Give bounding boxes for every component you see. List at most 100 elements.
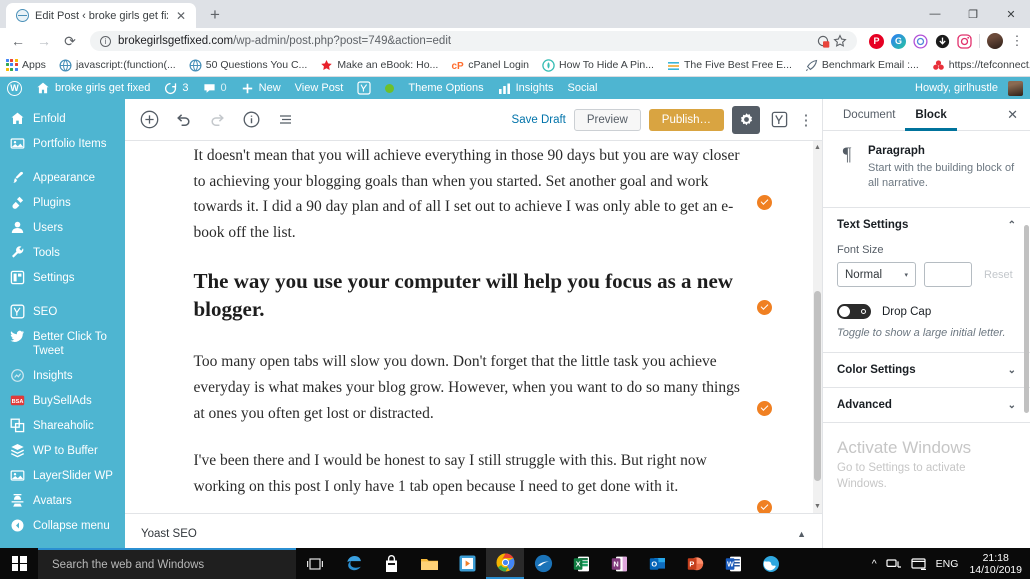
yoast-menu[interactable] — [350, 77, 378, 99]
sidebar-item-seo[interactable]: SEO — [0, 299, 125, 324]
pinterest-icon[interactable]: P — [869, 33, 884, 49]
preview-button[interactable]: Preview — [573, 108, 641, 131]
network-icon[interactable] — [886, 557, 902, 571]
tab-block[interactable]: Block — [905, 99, 956, 131]
paragraph-block[interactable]: I've been there and I would be honest to… — [194, 448, 772, 513]
close-window-button[interactable]: ✕ — [992, 0, 1030, 28]
bookmark-item[interactable]: Benchmark Email :... — [805, 59, 919, 72]
sidebar-item-users[interactable]: Users — [0, 215, 125, 240]
back-icon[interactable]: ← — [6, 29, 30, 53]
close-icon[interactable]: ✕ — [174, 9, 188, 23]
instagram-icon[interactable] — [957, 33, 972, 49]
paragraph-block[interactable]: Too many open tabs will slow you down. D… — [194, 349, 772, 426]
store-icon[interactable] — [372, 548, 410, 579]
grammarly-check-icon[interactable] — [756, 195, 772, 211]
sidebar-item-layerslider-wp[interactable]: LayerSlider WP — [0, 463, 125, 488]
scroll-down-arrow-icon[interactable]: ▼ — [814, 502, 821, 511]
powerpoint-icon[interactable]: P — [676, 548, 714, 579]
scrollbar-thumb[interactable] — [814, 291, 821, 482]
theme-options-menu[interactable]: Theme Options — [401, 77, 490, 99]
sidebar-item-appearance[interactable]: Appearance — [0, 165, 125, 190]
reload-icon[interactable]: ⟳ — [58, 29, 82, 53]
address-bar[interactable]: i brokegirlsgetfixed.com/wp-admin/post.p… — [90, 31, 857, 51]
circle-ring-icon[interactable] — [913, 33, 928, 49]
sidebar-item-buysellads[interactable]: BSA BuySellAds — [0, 388, 125, 413]
chrome-icon[interactable] — [486, 548, 524, 579]
sidebar-item-wp-to-buffer[interactable]: WP to Buffer — [0, 438, 125, 463]
bookmark-item[interactable]: How To Hide A Pin... — [542, 58, 654, 72]
sidebar-item-insights[interactable]: Insights — [0, 363, 125, 388]
bookmark-item[interactable]: javascript:(function(... — [59, 58, 176, 72]
editor-canvas[interactable]: It doesn't mean that you will achieve ev… — [125, 141, 822, 513]
chevron-down-icon[interactable]: ⌄ — [1008, 365, 1016, 376]
sidebar-item-plugins[interactable]: Plugins — [0, 190, 125, 215]
sidebar-item-shareaholic[interactable]: Shareaholic — [0, 413, 125, 438]
social-menu[interactable]: Social — [561, 77, 605, 99]
sidebar-scrollbar-thumb[interactable] — [1024, 225, 1029, 413]
sidebar-item-enfold[interactable]: Enfold — [0, 106, 125, 131]
save-draft-button[interactable]: Save Draft — [512, 114, 566, 126]
sidebar-item-collapse-menu[interactable]: Collapse menu — [0, 513, 125, 538]
font-size-select[interactable]: Normal ▾ — [837, 262, 916, 287]
drop-cap-toggle[interactable] — [837, 304, 871, 319]
site-name-menu[interactable]: broke girls get fixed — [29, 77, 157, 99]
bookmark-item[interactable]: The Five Best Free E... — [667, 59, 792, 72]
new-content-menu[interactable]: New — [234, 77, 288, 99]
close-sidebar-icon[interactable]: ✕ — [1005, 107, 1020, 123]
advanced-header[interactable]: Advanced ⌄ — [837, 399, 1016, 411]
add-block-button[interactable] — [133, 104, 165, 136]
download-arrow-icon[interactable] — [935, 34, 950, 49]
insights-menu[interactable]: Insights — [491, 77, 561, 99]
forward-icon[interactable]: → — [32, 29, 56, 53]
onenote-icon[interactable]: N — [600, 548, 638, 579]
edge-icon[interactable] — [334, 548, 372, 579]
browser-menu-icon[interactable]: ⋮ — [1010, 33, 1024, 49]
chevron-up-icon[interactable]: ⌃ — [1008, 220, 1016, 231]
more-options-button[interactable]: ⋮ — [798, 111, 814, 129]
globe-icon[interactable] — [752, 548, 790, 579]
status-indicator[interactable] — [378, 77, 401, 99]
collapse-caret-icon[interactable]: ▲ — [797, 529, 806, 539]
heading-block[interactable]: The way you use your computer will help … — [194, 267, 772, 323]
start-button[interactable] — [0, 548, 38, 579]
media-player-icon[interactable] — [448, 548, 486, 579]
excel-icon[interactable]: X — [562, 548, 600, 579]
bookmark-item[interactable]: Make an eBook: Ho... — [320, 59, 438, 72]
tray-chevron-icon[interactable]: ^ — [872, 558, 877, 570]
reset-button[interactable]: Reset — [980, 269, 1013, 281]
bookmark-item[interactable]: 50 Questions You C... — [189, 58, 307, 72]
color-settings-header[interactable]: Color Settings ⌄ — [837, 364, 1016, 376]
comments-menu[interactable]: 0 — [196, 77, 234, 99]
taskbar-search-box[interactable]: Search the web and Windows — [38, 548, 296, 579]
language-indicator[interactable]: ENG — [936, 558, 959, 570]
font-size-custom-input[interactable] — [924, 262, 972, 287]
scroll-up-arrow-icon[interactable]: ▲ — [814, 143, 821, 152]
new-tab-button[interactable]: + — [202, 3, 228, 27]
task-view-icon[interactable] — [296, 548, 334, 579]
info-circle-icon[interactable]: i — [100, 35, 111, 47]
sidebar-item-better-click-to-tweet[interactable]: Better Click To Tweet — [0, 324, 125, 363]
bookmark-item[interactable]: cP cPanel Login — [451, 59, 529, 72]
publish-button[interactable]: Publish… — [648, 108, 724, 131]
bookmark-item[interactable]: https://tefconnect.c... — [932, 59, 1030, 72]
grammarly-icon[interactable]: G — [891, 33, 906, 49]
account-menu[interactable]: Howdy, girlhustle — [908, 77, 1030, 99]
text-settings-header[interactable]: Text Settings ⌃ — [837, 219, 1016, 231]
bookmark-star-icon[interactable] — [833, 34, 847, 48]
yoast-sidebar-button[interactable] — [768, 109, 790, 131]
browser-tab[interactable]: Edit Post ‹ broke girls get fixed — ✕ — [6, 3, 196, 28]
tab-document[interactable]: Document — [833, 99, 905, 131]
sidebar-item-tools[interactable]: Tools — [0, 240, 125, 265]
undo-button[interactable] — [167, 104, 199, 136]
profile-avatar[interactable] — [987, 33, 1003, 49]
outlook-icon[interactable]: O — [638, 548, 676, 579]
grammarly-check-icon[interactable] — [756, 300, 772, 316]
redo-button[interactable] — [201, 104, 233, 136]
sidebar-item-portfolio-items[interactable]: Portfolio Items — [0, 131, 125, 156]
action-center-icon[interactable] — [911, 557, 927, 571]
advanced-section[interactable]: Advanced ⌄ — [823, 388, 1030, 423]
updates-menu[interactable]: 3 — [157, 77, 195, 99]
file-explorer-icon[interactable] — [410, 548, 448, 579]
color-settings-section[interactable]: Color Settings ⌄ — [823, 353, 1030, 388]
view-post-link[interactable]: View Post — [288, 77, 351, 99]
